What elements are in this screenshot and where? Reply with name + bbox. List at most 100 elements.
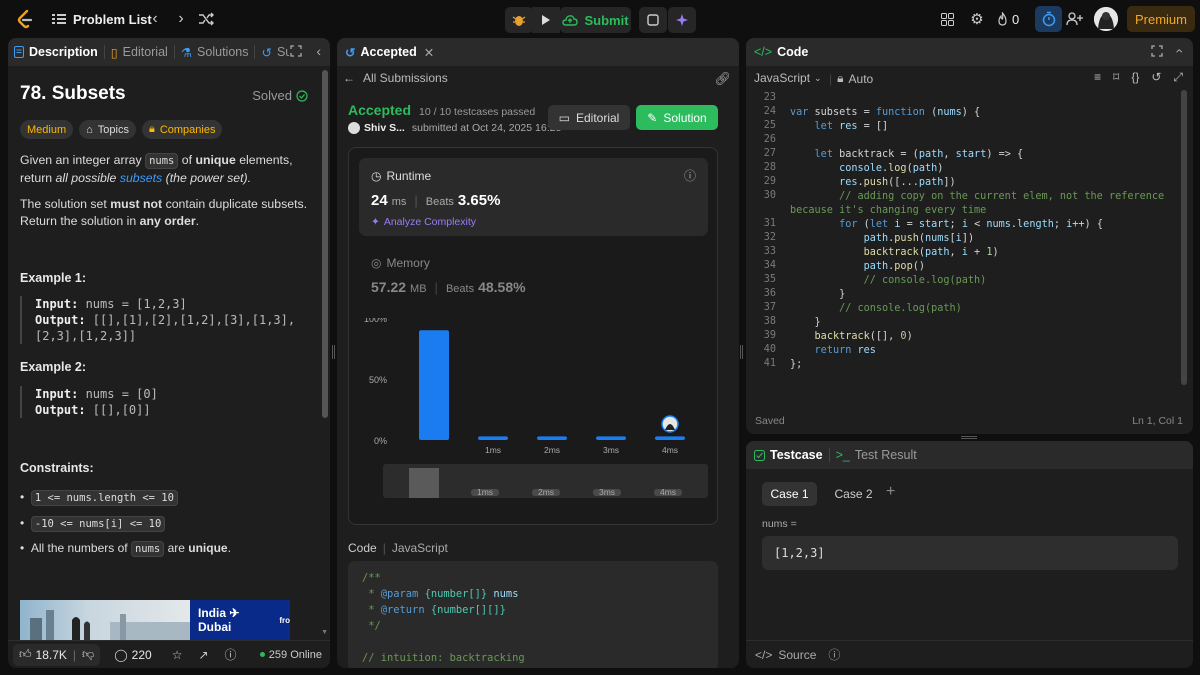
premium-button[interactable]: Premium	[1127, 6, 1195, 32]
language-select[interactable]: JavaScript ⌄	[754, 71, 822, 85]
tab-test-result[interactable]: >_ Test Result	[830, 448, 923, 462]
star-icon[interactable]: ☆	[172, 648, 183, 662]
problem-list-link[interactable]: Problem List	[73, 10, 152, 28]
difficulty-badge[interactable]: Medium	[20, 120, 74, 139]
add-case-plus-icon[interactable]: +	[886, 483, 895, 501]
auto-label: Auto	[848, 71, 874, 86]
prev-problem-chevron-icon[interactable]: ‹	[146, 9, 164, 29]
case-2-tab[interactable]: Case 2	[826, 482, 881, 506]
gear-icon[interactable]: ⚙	[968, 10, 986, 28]
like-button[interactable]: 👍︎ 18.7K | 👎︎	[13, 643, 101, 666]
testcase-input[interactable]: [1,2,3]	[762, 536, 1178, 570]
analyze-complexity-link[interactable]: ✦ Analyze Complexity	[371, 216, 476, 228]
book-icon: ▯	[110, 45, 118, 60]
tab-submissions[interactable]: ↺ Su	[255, 45, 289, 60]
maximize-icon[interactable]	[1151, 45, 1163, 57]
share-icon[interactable]: ↗	[198, 648, 208, 662]
source-bar: </> Source ⓘ	[746, 640, 1193, 668]
code-area[interactable]: 23 24 var subsets = function (nums) {25 le…	[746, 92, 1181, 410]
output-value: [[],[1],[2],[1,2],[3],[1,3],	[85, 313, 296, 327]
list-icon[interactable]	[50, 10, 68, 28]
timer-icon[interactable]	[1035, 6, 1062, 32]
avatar[interactable]	[1094, 7, 1118, 31]
collapse-chevron-icon[interactable]: ‹	[1173, 49, 1189, 54]
streak-counter[interactable]: 0	[997, 10, 1019, 28]
layout-grid-icon[interactable]	[938, 10, 956, 28]
close-icon[interactable]: ✕	[424, 45, 434, 60]
code-line: }	[790, 289, 846, 300]
memory-unit: MB	[410, 283, 427, 295]
ai-sparkle-icon[interactable]	[668, 7, 696, 33]
subsets-link[interactable]: subsets	[120, 171, 162, 185]
companies-chip[interactable]: 🔒︎ Companies	[141, 120, 223, 139]
editor-scrollbar[interactable]	[1181, 90, 1187, 385]
expand-icon[interactable]: ⤢	[1173, 70, 1183, 85]
scrollbar-thumb[interactable]	[322, 70, 328, 418]
tag-icon: ⌂	[86, 123, 93, 136]
reset-icon[interactable]: ↺	[1151, 70, 1161, 85]
help-icon[interactable]: ⓘ	[828, 646, 840, 663]
run-play-icon[interactable]	[532, 7, 560, 33]
auto-mode[interactable]: | 🔒︎ Auto	[829, 71, 873, 86]
constraint-code: 1 <= nums.length <= 10	[30, 490, 178, 506]
tab-solutions[interactable]: ⚗ Solutions	[175, 45, 255, 60]
constraint-2: • -10 <= nums[i] <= 10	[20, 516, 166, 532]
next-problem-chevron-icon[interactable]: ›	[172, 9, 190, 29]
resize-handle[interactable]	[740, 345, 743, 359]
resize-handle[interactable]	[961, 436, 977, 439]
comments-button[interactable]: ◯ 220	[114, 648, 151, 662]
advertisement-banner[interactable]: India ✈ Dubai fro	[20, 600, 290, 640]
source-button[interactable]: Source	[778, 648, 816, 662]
format-lines-icon[interactable]: ≡	[1094, 70, 1101, 85]
leetcode-logo-icon[interactable]	[14, 8, 36, 30]
shuffle-icon[interactable]	[196, 10, 216, 28]
snippet-line	[362, 634, 712, 650]
maximize-icon[interactable]	[290, 45, 302, 57]
user-name[interactable]: Shiv S...	[364, 122, 405, 134]
code-editor-panel: </> Code ‹ JavaScript ⌄ | 🔒︎ Auto ≡ ⌑ {} ↺ …	[746, 38, 1193, 434]
desc-italic: (the power set).	[162, 171, 252, 185]
tab-accepted[interactable]: ↺ Accepted ✕	[337, 45, 440, 60]
submit-label: Submit	[584, 12, 629, 28]
ad-small-text: fro	[279, 615, 290, 625]
solution-button[interactable]: ✎ Solution	[636, 105, 718, 130]
navigator-bar	[409, 468, 439, 498]
editorial-button[interactable]: ▭ Editorial	[548, 105, 630, 130]
snippet-line: // every subset can be built by either i…	[362, 666, 712, 668]
runtime-distribution-chart[interactable]: 100% 50% 0% 1ms 2ms 3ms 4ms 1ms 2ms 3ms 4ms	[349, 318, 717, 523]
desc-italic: all possible	[55, 171, 117, 185]
tab-editorial[interactable]: ▯ Editorial	[105, 45, 174, 60]
comment-count: 220	[131, 647, 152, 662]
tab-description[interactable]: Description	[8, 45, 104, 59]
example-2-block: Input: nums = [0] Output: [[],[0]]	[20, 386, 315, 418]
help-icon[interactable]: ⓘ	[225, 646, 237, 663]
memory-header[interactable]: ◎ Memory	[371, 256, 430, 270]
tab-code[interactable]: </> Code	[746, 45, 814, 59]
thumbs-down-icon[interactable]: 👎︎	[82, 647, 94, 662]
runtime-card[interactable]: ◷ Runtime ⓘ 24 ms | Beats 3.65% ✦ Analyze …	[359, 158, 708, 236]
info-icon[interactable]: ⓘ	[684, 167, 696, 184]
submit-button[interactable]: Submit	[560, 7, 631, 33]
tab-description-label: Description	[29, 45, 98, 59]
collapse-chevron-icon[interactable]: ‹	[316, 43, 321, 59]
thumbs-up-icon: 👍︎	[19, 647, 32, 661]
topics-chip[interactable]: ⌂ Topics	[79, 120, 136, 139]
code-title: Code	[777, 45, 809, 59]
resize-handle[interactable]	[332, 345, 335, 359]
line-number: 40	[763, 344, 776, 355]
book-icon: ▭	[558, 110, 570, 125]
add-friend-icon[interactable]	[1064, 9, 1084, 29]
scroll-down-arrow-icon[interactable]: ▼	[321, 629, 328, 636]
bar-4	[655, 436, 685, 440]
braces-icon[interactable]: {}	[1131, 70, 1139, 85]
debug-bug-icon[interactable]	[505, 7, 533, 33]
tab-testcase[interactable]: Testcase	[746, 448, 829, 462]
notes-icon[interactable]	[639, 7, 667, 33]
case-1-tab[interactable]: Case 1	[762, 482, 817, 506]
link-icon[interactable]: 🔗︎	[714, 71, 731, 87]
runtime-values: 24 ms | Beats 3.65%	[371, 192, 501, 209]
cursor-position: Ln 1, Col 1	[1132, 415, 1183, 427]
back-to-submissions[interactable]: ← All Submissions	[343, 71, 448, 85]
bookmark-icon[interactable]: ⌑	[1113, 70, 1119, 85]
history-icon: ↺	[261, 45, 272, 60]
